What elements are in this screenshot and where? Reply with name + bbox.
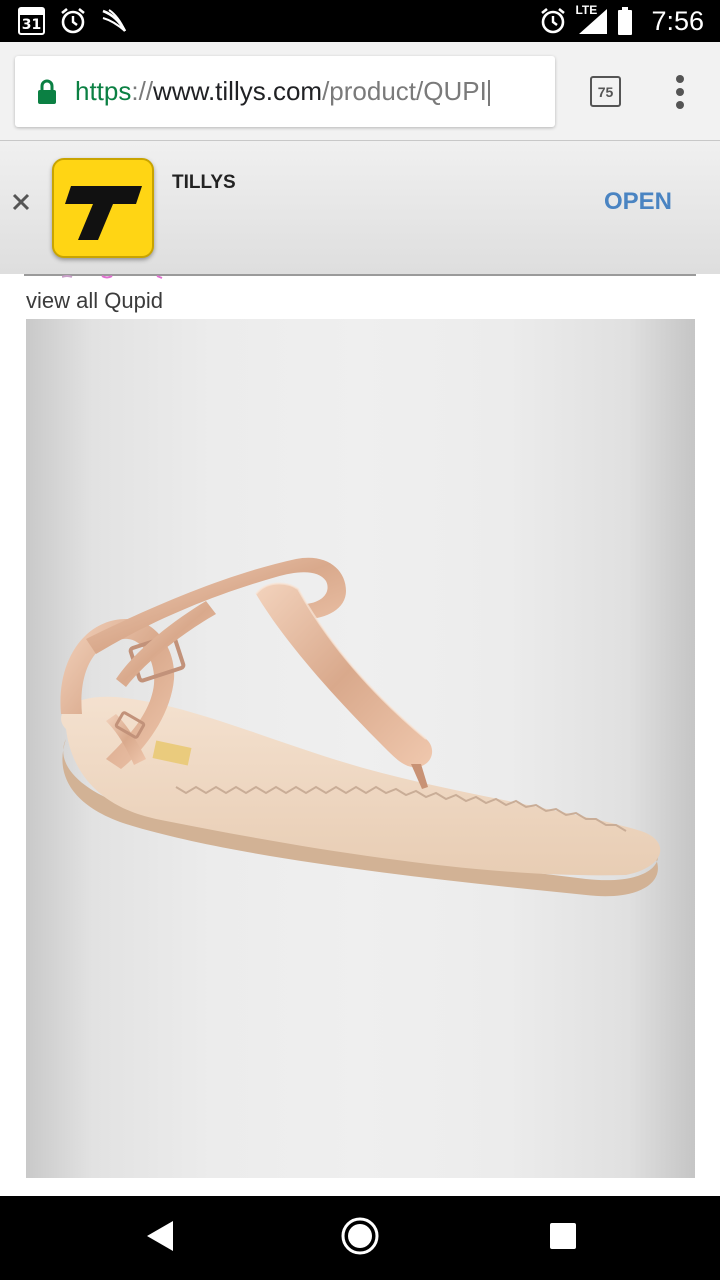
app-install-banner: TILLYS OPEN: [0, 140, 720, 274]
partial-image-edge: [62, 275, 163, 279]
calendar-day: 31: [21, 17, 42, 33]
status-bar-right: LTE 7:56: [539, 0, 704, 42]
signal-icon: [579, 9, 608, 34]
tab-switcher-button[interactable]: 75: [590, 76, 621, 107]
alarm-icon: [61, 7, 85, 34]
url-text[interactable]: https://www.tillys.com/product/QUPI: [75, 76, 490, 107]
url-host: www.tillys.com: [153, 76, 323, 106]
tab-count: 75: [597, 83, 614, 100]
status-bar-left: 31: [18, 7, 127, 35]
back-icon[interactable]: [145, 1219, 175, 1253]
battery-icon: [618, 7, 633, 35]
browser-toolbar: https://www.tillys.com/product/QUPI 75: [0, 42, 720, 140]
url-separator: ://: [131, 76, 154, 106]
product-image[interactable]: [26, 319, 695, 1178]
status-bar: 31 LTE 7:56: [0, 0, 720, 42]
url-path: /product/QUPI: [322, 76, 487, 106]
tillys-app-icon: [52, 158, 154, 258]
close-icon[interactable]: [8, 189, 34, 215]
signal-group: LTE: [575, 3, 609, 35]
overflow-menu-icon[interactable]: [674, 75, 686, 111]
sandal-illustration: [60, 557, 661, 897]
android-nav-bar: [0, 1196, 720, 1280]
url-scheme: https: [75, 76, 132, 106]
home-icon[interactable]: [340, 1216, 380, 1256]
url-bar[interactable]: https://www.tillys.com/product/QUPI: [15, 56, 555, 127]
sprint-logo-icon: [102, 9, 127, 32]
calendar-icon: 31: [18, 7, 45, 35]
clock-time: 7:56: [651, 5, 704, 36]
lock-icon: [38, 79, 56, 104]
app-name: TILLYS: [172, 172, 236, 193]
open-app-button[interactable]: OPEN: [590, 185, 686, 219]
product-page: view all Qupid: [0, 274, 720, 1196]
recents-icon[interactable]: [550, 1223, 576, 1249]
tillys-logo-icon: [65, 186, 142, 240]
alarm-icon: [541, 7, 566, 34]
view-all-brand-link[interactable]: view all Qupid: [26, 288, 163, 314]
text-cursor: [487, 80, 490, 107]
